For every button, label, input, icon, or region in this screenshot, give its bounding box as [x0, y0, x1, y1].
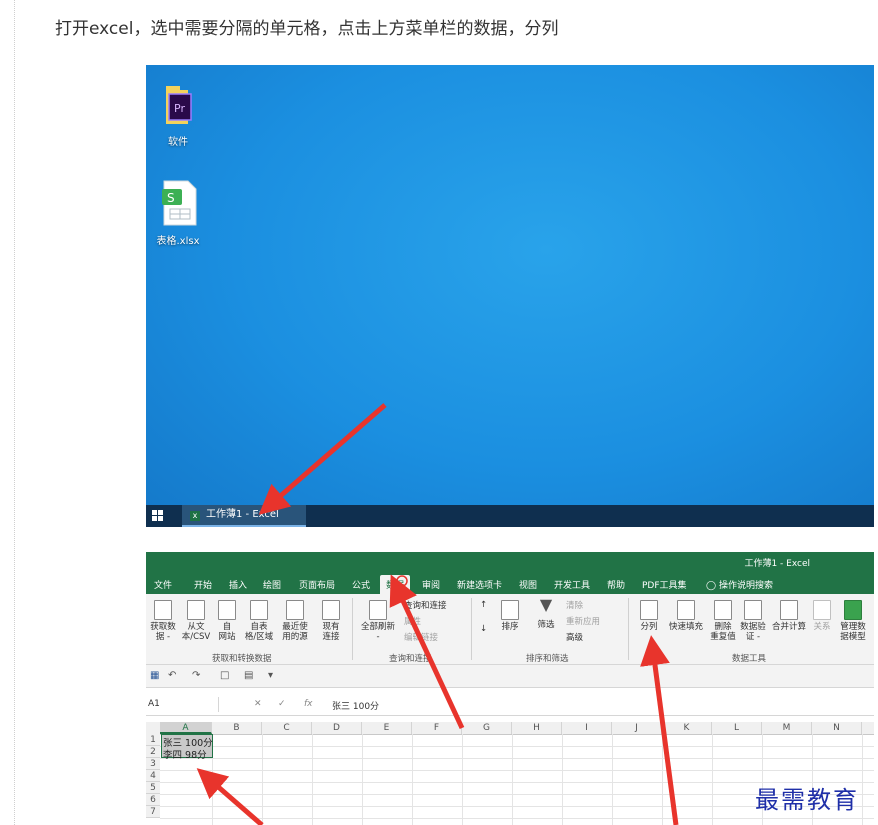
arrow-to-split-button	[640, 635, 679, 825]
click-marker	[396, 575, 408, 587]
arrow-to-data-tab	[389, 574, 465, 730]
arrow-to-cells	[196, 768, 264, 825]
watermark-text: 最需教育	[755, 786, 859, 814]
annotation-arrows	[196, 403, 679, 825]
arrow-to-taskbar	[258, 403, 387, 515]
